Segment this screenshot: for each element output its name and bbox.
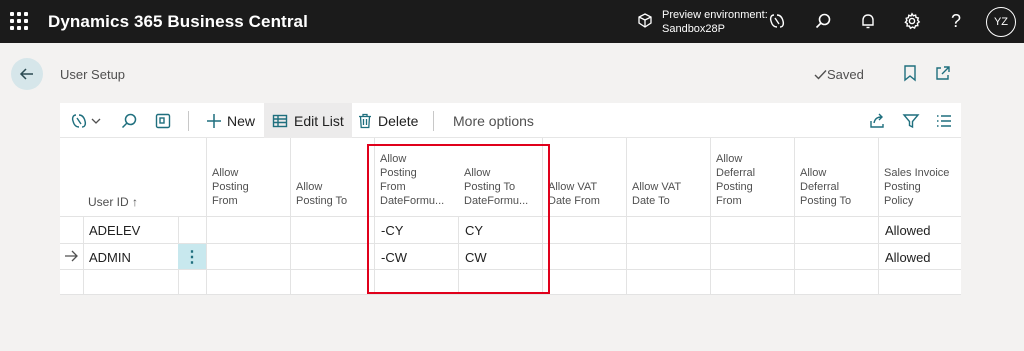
separator bbox=[188, 111, 189, 131]
trash-icon bbox=[359, 113, 371, 128]
bookmark-icon[interactable] bbox=[902, 64, 920, 82]
saved-label: Saved bbox=[827, 67, 864, 82]
column-header-user-id[interactable]: User ID ↑ bbox=[88, 195, 138, 209]
new-button[interactable]: New bbox=[206, 103, 255, 138]
column-header-allow-posting-to[interactable]: Allow Posting To bbox=[296, 180, 347, 208]
search-icon[interactable] bbox=[120, 103, 138, 138]
column-header-allow-deferral-posting-from[interactable]: Allow Deferral Posting From bbox=[716, 152, 755, 208]
app-title[interactable]: Dynamics 365 Business Central bbox=[48, 12, 308, 32]
environment-title: Preview environment: bbox=[662, 9, 768, 21]
current-row-arrow-icon bbox=[63, 249, 79, 263]
checkmark-icon bbox=[814, 70, 827, 80]
help-icon[interactable]: ? bbox=[946, 11, 966, 31]
waffle-icon[interactable] bbox=[8, 10, 30, 32]
edit-list-icon bbox=[272, 114, 288, 127]
highlight-annotation-box bbox=[367, 144, 550, 294]
cell-user-id[interactable]: ADELEV bbox=[89, 223, 140, 238]
environment-icon bbox=[636, 12, 654, 30]
separator bbox=[433, 111, 434, 131]
column-header-sales-invoice-posting-policy[interactable]: Sales Invoice Posting Policy bbox=[884, 166, 949, 208]
column-header-allow-vat-date-to[interactable]: Allow VAT Date To bbox=[632, 180, 681, 208]
settings-gear-icon[interactable] bbox=[902, 11, 922, 31]
back-arrow-icon bbox=[19, 68, 33, 80]
chevron-down-icon bbox=[91, 118, 101, 124]
copilot-icon bbox=[71, 113, 87, 128]
plus-icon bbox=[207, 113, 221, 128]
top-navigation-bar: Dynamics 365 Business Central Preview en… bbox=[0, 0, 1024, 43]
search-icon[interactable] bbox=[813, 11, 833, 31]
notification-bell-icon[interactable] bbox=[858, 11, 878, 31]
column-header-allow-vat-date-from[interactable]: Allow VAT Date From bbox=[548, 180, 600, 208]
share-icon[interactable] bbox=[868, 103, 886, 138]
delete-label: Delete bbox=[378, 112, 419, 129]
back-button[interactable] bbox=[11, 58, 43, 90]
copilot-actions-button[interactable] bbox=[70, 103, 102, 138]
row-actions-menu-button[interactable]: ⋮ bbox=[178, 244, 206, 269]
environment-label[interactable]: Preview environment: Sandbox28P bbox=[662, 8, 768, 36]
avatar[interactable]: YZ bbox=[986, 7, 1016, 37]
cell-sales-invoice-posting-policy[interactable]: Allowed bbox=[885, 250, 931, 265]
filter-icon[interactable] bbox=[902, 103, 920, 138]
environment-name: Sandbox28P bbox=[662, 23, 725, 35]
edit-list-label: Edit List bbox=[294, 112, 344, 129]
new-label: New bbox=[227, 112, 256, 129]
saved-status: Saved bbox=[814, 67, 864, 82]
column-header-allow-deferral-posting-to[interactable]: Allow Deferral Posting To bbox=[800, 166, 851, 208]
open-new-window-icon[interactable] bbox=[934, 64, 952, 82]
cell-user-id[interactable]: ADMIN bbox=[89, 250, 131, 265]
more-options-button[interactable]: More options bbox=[453, 103, 534, 138]
delete-button[interactable]: Delete bbox=[358, 103, 418, 138]
column-header-allow-posting-from[interactable]: Allow Posting From bbox=[212, 166, 249, 208]
action-bar: New Edit List Delete More options bbox=[60, 103, 961, 138]
copilot-icon[interactable] bbox=[767, 11, 787, 31]
edit-list-button[interactable]: Edit List bbox=[264, 103, 352, 138]
cell-sales-invoice-posting-policy[interactable]: Allowed bbox=[885, 223, 931, 238]
page-title: User Setup bbox=[60, 67, 126, 82]
list-view-icon[interactable] bbox=[935, 103, 953, 138]
grid-empty-area bbox=[60, 294, 961, 351]
view-icon[interactable] bbox=[154, 103, 172, 138]
